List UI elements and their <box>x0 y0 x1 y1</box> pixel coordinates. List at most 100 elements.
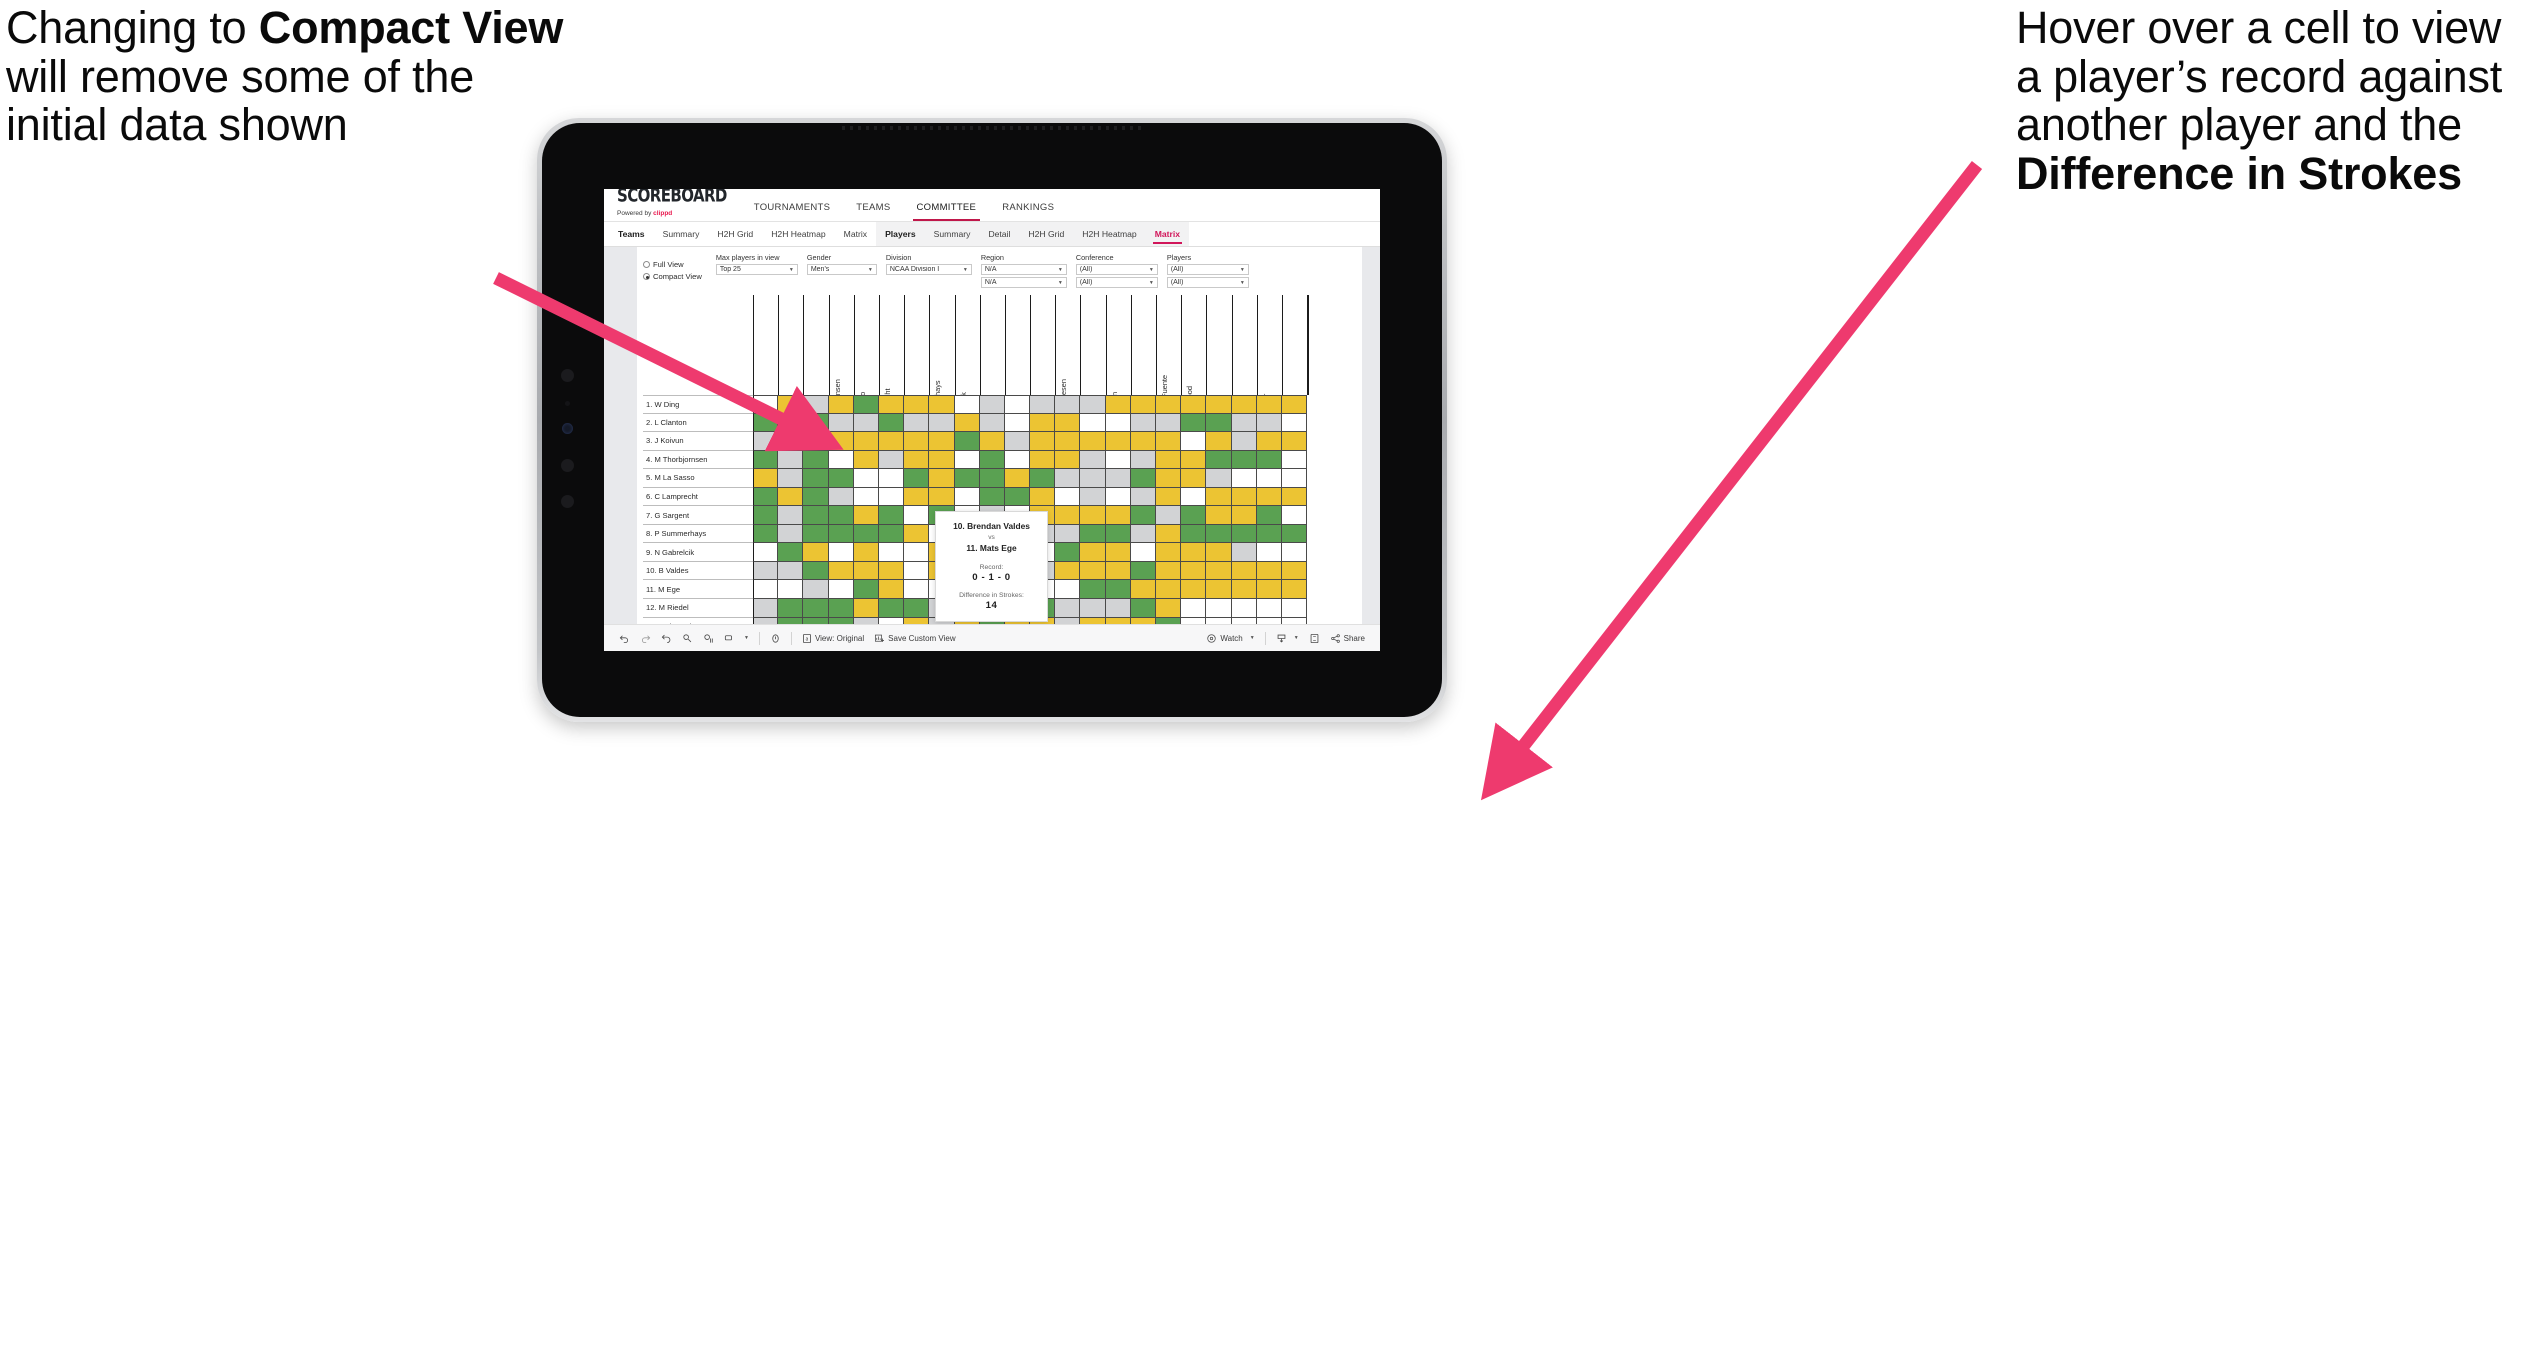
matrix-cell[interactable] <box>778 395 804 414</box>
matrix-cell[interactable] <box>778 599 804 618</box>
matrix-column-header[interactable]: 14. J Lundin <box>1080 295 1105 439</box>
matrix-cell[interactable] <box>853 543 879 562</box>
matrix-cell[interactable] <box>1281 413 1308 433</box>
matrix-cell[interactable] <box>828 487 854 507</box>
matrix-cell[interactable] <box>803 432 829 451</box>
matrix-cell[interactable] <box>1206 599 1232 618</box>
share-button[interactable]: Share <box>1325 633 1370 644</box>
filter-select-players[interactable]: (All) ▼ <box>1166 264 1249 275</box>
matrix-cell[interactable] <box>1105 469 1131 488</box>
matrix-column-header[interactable]: 20. M Ford <box>1231 295 1257 439</box>
radio-icon[interactable] <box>643 273 650 280</box>
matrix-cell[interactable] <box>904 487 930 507</box>
matrix-cell[interactable] <box>904 469 930 488</box>
tab-h2h-grid[interactable]: H2H Grid <box>1019 222 1073 247</box>
matrix-cell[interactable] <box>1181 524 1207 544</box>
matrix-cell[interactable] <box>828 395 854 414</box>
matrix-cell[interactable] <box>803 561 829 581</box>
matrix-cell[interactable] <box>1105 580 1131 600</box>
matrix-cell[interactable] <box>1080 543 1106 562</box>
matrix-cell[interactable] <box>1256 469 1282 488</box>
matrix-cell[interactable] <box>878 432 905 451</box>
matrix-cell[interactable] <box>904 450 930 470</box>
matrix-cell[interactable] <box>1231 413 1257 433</box>
matrix-cell[interactable] <box>853 580 879 600</box>
watch-button[interactable]: Watch ▼ <box>1201 633 1259 644</box>
matrix-cell[interactable] <box>828 524 854 544</box>
tab-summary[interactable]: Summary <box>925 222 980 247</box>
matrix-cell[interactable] <box>904 580 930 600</box>
matrix-cell[interactable] <box>878 524 905 544</box>
matrix-cell[interactable] <box>1231 450 1257 470</box>
tab-h2h-grid[interactable]: H2H Grid <box>708 222 762 247</box>
matrix-cell[interactable] <box>1206 413 1232 433</box>
matrix-cell[interactable] <box>979 395 1005 414</box>
matrix-cell[interactable] <box>1055 580 1081 600</box>
matrix-cell[interactable] <box>1156 413 1182 433</box>
matrix-cell[interactable] <box>1156 580 1182 600</box>
matrix-cell[interactable] <box>778 450 804 470</box>
matrix-cell[interactable] <box>1231 432 1257 451</box>
matrix-cell[interactable] <box>1156 506 1182 525</box>
matrix-row-label[interactable]: 1. W Ding <box>643 395 753 414</box>
matrix-cell[interactable] <box>904 413 930 433</box>
matrix-column-header[interactable]: 7. G Sargent <box>904 295 929 439</box>
matrix-cell[interactable] <box>954 487 980 507</box>
matrix-column-header[interactable]: 21. A Greaser <box>1256 295 1282 439</box>
filter-select-division[interactable]: NCAA Division I ▼ <box>885 264 972 275</box>
matrix-cell[interactable] <box>853 432 879 451</box>
matrix-cell[interactable] <box>1231 561 1257 581</box>
top-nav-item-committee[interactable]: COMMITTEE <box>904 202 990 221</box>
filter-select-gender[interactable]: Men's ▼ <box>806 264 877 275</box>
matrix-cell[interactable] <box>1105 487 1131 507</box>
matrix-cell[interactable] <box>1130 561 1156 581</box>
matrix-cell[interactable] <box>1156 450 1182 470</box>
matrix-cell[interactable] <box>803 580 829 600</box>
matrix-cell[interactable] <box>1281 580 1308 600</box>
matrix-row-label[interactable]: 9. N Gabrelcik <box>643 543 753 562</box>
matrix-column-header[interactable]: 5. M La Sasso <box>853 295 879 439</box>
matrix-cell[interactable] <box>1080 599 1106 618</box>
matrix-cell[interactable] <box>1206 580 1232 600</box>
matrix-cell[interactable] <box>1105 599 1131 618</box>
matrix-cell[interactable] <box>904 395 930 414</box>
undo-button[interactable] <box>614 633 635 644</box>
matrix-cell[interactable] <box>954 469 980 488</box>
matrix-cell[interactable] <box>904 432 930 451</box>
matrix-cell[interactable] <box>1281 469 1308 488</box>
clear-sheet-button[interactable]: ▼ <box>719 633 754 644</box>
matrix-cell[interactable] <box>979 450 1005 470</box>
matrix-cell[interactable] <box>1105 524 1131 544</box>
matrix-cell[interactable] <box>1130 543 1156 562</box>
matrix-cell[interactable] <box>1256 450 1282 470</box>
matrix-cell[interactable] <box>1281 599 1308 618</box>
matrix-cell[interactable] <box>929 469 955 488</box>
matrix-cell[interactable] <box>1256 413 1282 433</box>
matrix-cell[interactable] <box>1156 561 1182 581</box>
matrix-cell[interactable] <box>904 561 930 581</box>
matrix-cell[interactable] <box>1130 487 1156 507</box>
matrix-cell[interactable] <box>1080 469 1106 488</box>
matrix-cell[interactable] <box>1256 543 1282 562</box>
matrix-cell[interactable] <box>1030 413 1056 433</box>
matrix-cell[interactable] <box>853 487 879 507</box>
matrix-cell[interactable] <box>778 580 804 600</box>
matrix-cell[interactable] <box>904 506 930 525</box>
matrix-column-header[interactable]: 13. J Skov Olesen <box>1055 295 1080 439</box>
matrix-row-label[interactable]: 7. G Sargent <box>643 506 753 525</box>
matrix-cell[interactable] <box>1281 561 1308 581</box>
matrix-cell[interactable] <box>1105 561 1131 581</box>
matrix-cell[interactable] <box>828 413 854 433</box>
matrix-row-label[interactable]: 2. L Clanton <box>643 414 753 433</box>
refresh-button[interactable] <box>677 633 698 644</box>
matrix-cell[interactable] <box>904 599 930 618</box>
matrix-cell[interactable] <box>1055 487 1081 507</box>
matrix-cell[interactable] <box>929 487 955 507</box>
matrix-cell[interactable] <box>828 599 854 618</box>
matrix-cell[interactable] <box>1181 580 1207 600</box>
matrix-column-header[interactable]: 6. C Lamprecht <box>878 295 904 439</box>
matrix-cell[interactable] <box>778 524 804 544</box>
tab-summary[interactable]: Summary <box>654 222 709 247</box>
matrix-cell[interactable] <box>1080 580 1106 600</box>
revert-button[interactable] <box>656 633 677 644</box>
